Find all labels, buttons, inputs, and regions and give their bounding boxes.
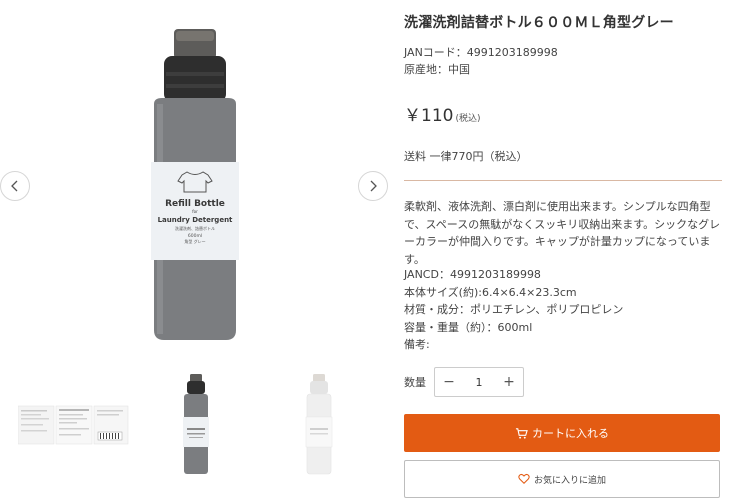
quantity-label: 数量 — [404, 376, 426, 389]
bottle-cap — [164, 56, 226, 102]
main-product-image: Refill Bottle for Laundry Detergent 洗濯洗剤… — [30, 0, 360, 360]
heart-icon — [518, 473, 530, 485]
product-gallery: Refill Bottle for Laundry Detergent 洗濯洗剤… — [0, 0, 395, 503]
jan-code: JANコード：4991203189998 — [404, 46, 558, 59]
thumbnail-gray-bottle[interactable] — [142, 372, 252, 478]
product-info: 洗濯洗剤詰替ボトル６００ＭＬ角型グレー JANコード：4991203189998… — [404, 0, 722, 503]
product-price: ￥110 (税込) — [404, 101, 480, 126]
shipping-info: 送料 一律770円（税込） — [404, 150, 528, 163]
spec-capacity: 容量・重量（約）：600ml — [404, 320, 533, 334]
svg-text:for: for — [192, 209, 198, 214]
svg-text:Refill Bottle: Refill Bottle — [165, 199, 225, 209]
thumbnail-strip — [17, 372, 378, 478]
thumbnail-package[interactable] — [17, 372, 130, 478]
quantity-row: 数量 − 1 + — [404, 367, 524, 397]
quantity-value[interactable]: 1 — [463, 376, 495, 389]
chevron-right-icon — [370, 180, 377, 192]
thumbnail-white-bottle[interactable] — [264, 372, 376, 478]
svg-text:Laundry Detergent: Laundry Detergent — [158, 216, 233, 224]
add-to-favorites-button[interactable]: お気に入りに追加 — [404, 460, 720, 498]
svg-text:洗濯洗剤、詰替ボトル: 洗濯洗剤、詰替ボトル — [175, 225, 215, 231]
chevron-left-icon — [11, 180, 18, 192]
spec-notes: 備考: — [404, 338, 430, 351]
divider — [404, 180, 722, 181]
product-title: 洗濯洗剤詰替ボトル６００ＭＬ角型グレー — [404, 15, 674, 31]
prev-image-button[interactable] — [0, 171, 30, 201]
next-image-button[interactable] — [358, 171, 388, 201]
add-to-cart-button[interactable]: カートに入れる — [404, 414, 720, 452]
product-specs: JANCD：4991203189998 本体サイズ(約):6.4×6.4×23.… — [404, 266, 623, 354]
svg-text:角型 グレー: 角型 グレー — [184, 238, 205, 244]
add-to-favorites-label: お気に入りに追加 — [533, 475, 606, 486]
spec-size: 本体サイズ(約):6.4×6.4×23.3cm — [404, 285, 577, 299]
spec-material: 材質・成分：ポリエチレン、ポリプロピレン — [404, 303, 624, 316]
spec-jancd: JANCD：4991203189998 — [404, 268, 541, 281]
quantity-increase-button[interactable]: + — [495, 368, 523, 396]
product-meta: JANコード：4991203189998 原産地：中国 — [404, 44, 558, 78]
price-value: ￥110 — [404, 106, 454, 126]
product-description: 柔軟剤、液体洗剤、漂白剤に使用出来ます。シンプルな四角型で、スペースの無駄がなく… — [404, 200, 721, 266]
quantity-decrease-button[interactable]: − — [435, 368, 463, 396]
cart-icon — [515, 427, 528, 439]
origin: 原産地：中国 — [404, 63, 470, 76]
price-tax-note: (税込) — [455, 114, 481, 124]
quantity-stepper: − 1 + — [434, 367, 524, 397]
add-to-cart-label: カートに入れる — [532, 427, 609, 440]
